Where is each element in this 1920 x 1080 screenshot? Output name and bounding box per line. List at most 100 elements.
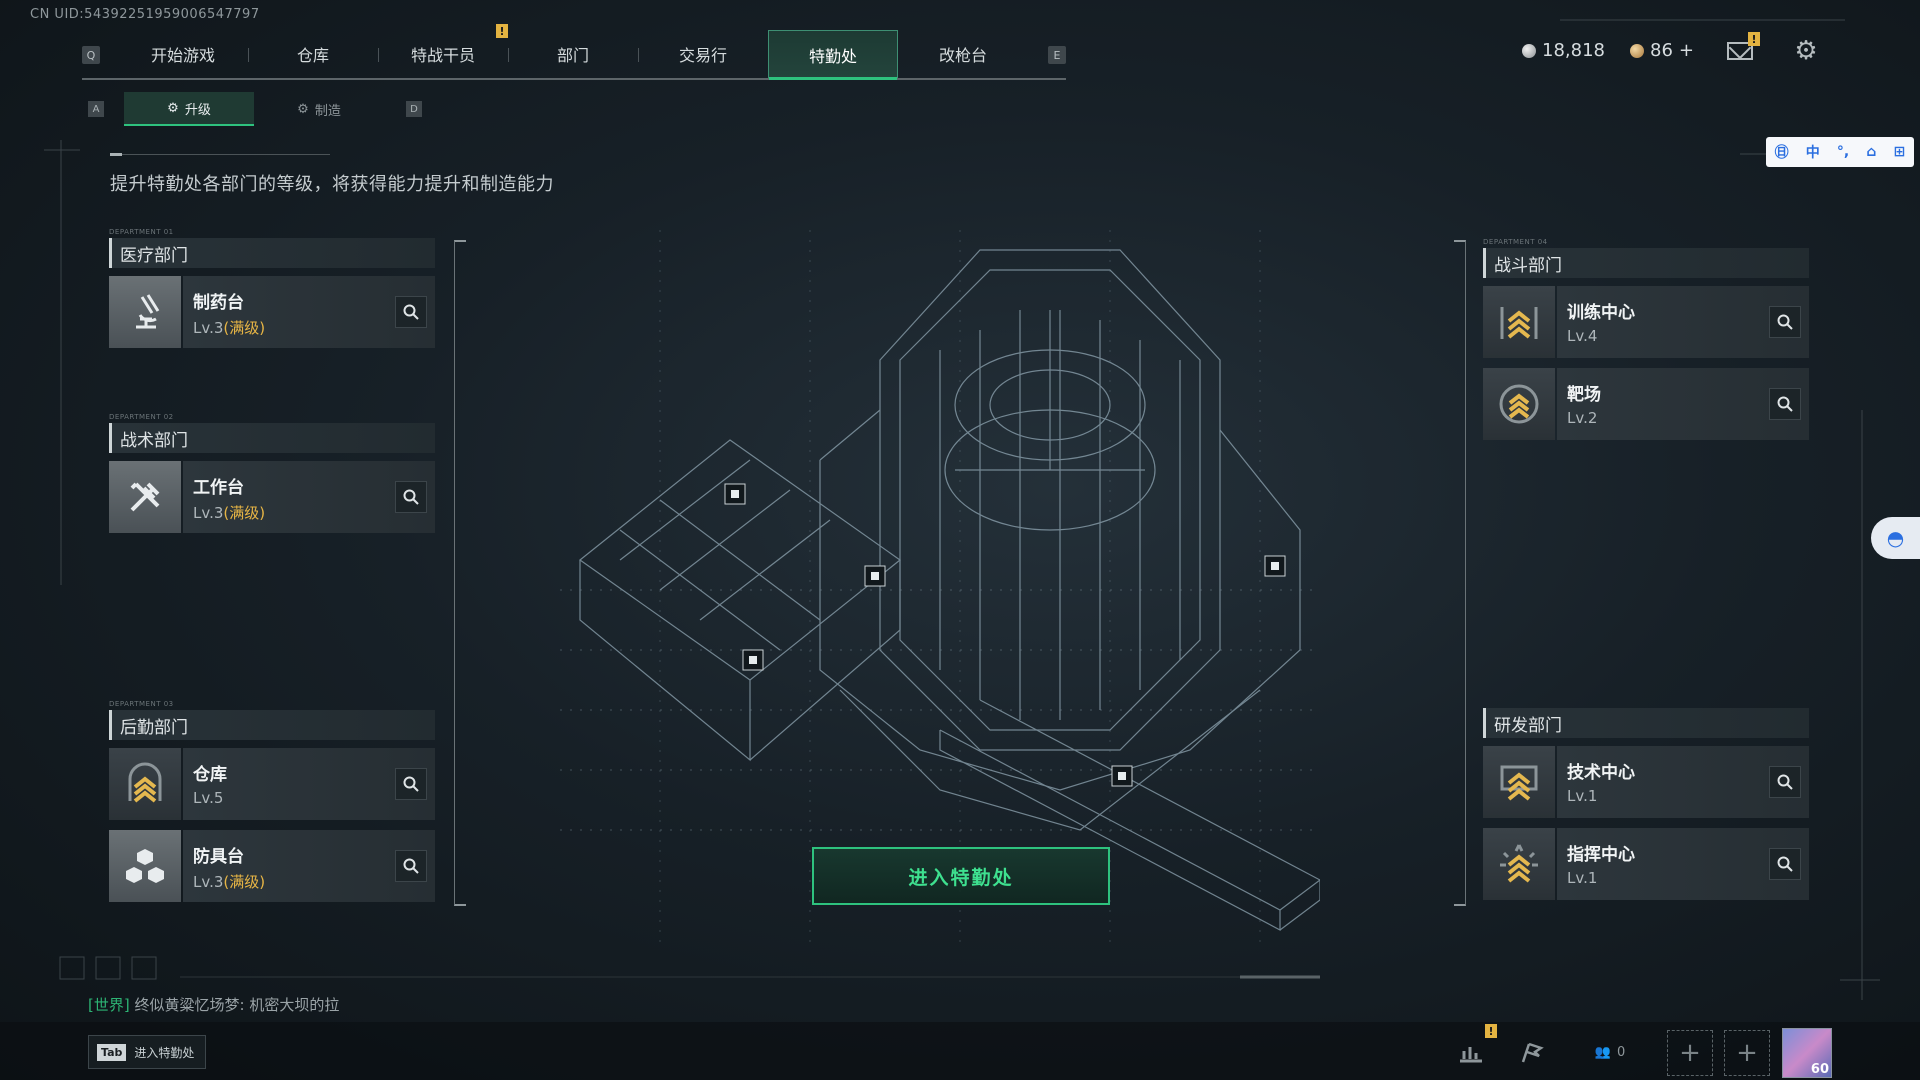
search-icon — [403, 304, 419, 320]
dept-title: 战术部门 — [109, 423, 435, 453]
max-level-tag: (满级) — [223, 504, 266, 522]
stats-alert-badge: ! — [1485, 1024, 1497, 1038]
nav-prev-key: Q — [82, 46, 100, 64]
assistant-float-icon[interactable]: ◓ — [1871, 517, 1920, 559]
facility-warehouse[interactable]: 仓库 Lv.5 — [109, 748, 435, 820]
ime-chinese-toggle[interactable]: 中 — [1806, 142, 1820, 162]
tab-label: 仓库 — [296, 46, 329, 65]
rank-chevron-icon — [1483, 828, 1555, 900]
ime-logo-icon[interactable]: ㊐ — [1775, 142, 1789, 162]
chat-message: 终似黄粱忆场梦: 机密大坝的拉 — [134, 996, 340, 1014]
subnav-prev-key: A — [88, 101, 104, 117]
rank-chevron-icon — [1483, 368, 1555, 440]
tab-label: 制造 — [314, 103, 341, 119]
flag-icon[interactable] — [1515, 1035, 1549, 1069]
tab-department[interactable]: 部门 — [508, 30, 638, 78]
tab-special-ops[interactable]: 特勤处 — [768, 30, 898, 80]
chat-channel: [世界] — [88, 996, 130, 1014]
max-level-tag: (满级) — [223, 873, 266, 891]
tab-label: 部门 — [556, 46, 589, 65]
max-level-tag: (满级) — [223, 319, 266, 337]
dept-tag: DEPARTMENT 02 — [109, 413, 174, 421]
add-slot-button[interactable]: + — [1667, 1030, 1713, 1076]
tab-hint[interactable]: Tab 进入特勤处 — [88, 1035, 206, 1069]
rank-chevron-icon — [109, 748, 181, 820]
dept-tag: DEPARTMENT 01 — [109, 228, 174, 236]
search-button[interactable] — [395, 768, 427, 800]
player-uid: CN UID:5439225195900654779​7 — [30, 7, 260, 22]
facility-tech-center[interactable]: 技术中心 Lv.1 — [1483, 746, 1809, 818]
facility-training-center[interactable]: 训练中心 Lv.4 — [1483, 286, 1809, 358]
facility-armor-bench[interactable]: 防具台 Lv.3(满级) — [109, 830, 435, 902]
tab-gunsmith[interactable]: 改枪台 — [898, 30, 1028, 78]
ime-toolbar[interactable]: ㊐ 中 °, ⌂ ⊞ — [1766, 137, 1914, 167]
tools-icon — [109, 461, 181, 533]
search-button[interactable] — [395, 850, 427, 882]
subnav-next-key: D — [406, 101, 422, 117]
level-value: Lv.4 — [1567, 327, 1598, 345]
search-button[interactable] — [395, 481, 427, 513]
right-bracket — [1454, 240, 1466, 906]
tab-craft[interactable]: ⚙ 制造 — [254, 92, 384, 126]
dept-title: 战斗部门 — [1483, 248, 1809, 278]
dept-combat: DEPARTMENT 04 战斗部门 训练中心 Lv.4 靶场 Lv.2 — [1483, 238, 1809, 450]
avatar-level: 60 — [1810, 1062, 1829, 1077]
facility-shooting-range[interactable]: 靶场 Lv.2 — [1483, 368, 1809, 440]
tab-label: 升级 — [184, 102, 211, 118]
search-icon — [1777, 856, 1793, 872]
search-icon — [403, 776, 419, 792]
search-button[interactable] — [1769, 306, 1801, 338]
level-value: Lv.5 — [193, 789, 224, 807]
ime-assistant-icon[interactable]: ⌂ — [1866, 144, 1876, 160]
sub-nav: A ⚙ 升级 ⚙ 制造 D — [88, 92, 422, 126]
add-slot-button[interactable]: + — [1724, 1030, 1770, 1076]
tab-key: Tab — [97, 1043, 127, 1061]
facility-wireframe-model[interactable] — [560, 230, 1320, 950]
tab-label: 特战干员 — [410, 46, 475, 65]
gear-icon[interactable]: ⚙ — [1793, 38, 1819, 64]
microscope-icon — [109, 276, 181, 348]
cubes-icon — [109, 830, 181, 902]
dept-title: 后勤部门 — [109, 710, 435, 740]
gold-currency[interactable]: 86 + — [1630, 40, 1694, 61]
bottom-bar — [0, 1022, 1920, 1080]
world-chat-line[interactable]: [世界] 终似黄粱忆场梦: 机密大坝的拉 — [88, 994, 339, 1015]
facility-command-center[interactable]: 指挥中心 Lv.1 — [1483, 828, 1809, 900]
search-button[interactable] — [395, 296, 427, 328]
dept-title: 医疗部门 — [109, 238, 435, 268]
rank-chevron-icon — [1483, 286, 1555, 358]
dept-tag: DEPARTMENT 04 — [1483, 238, 1548, 246]
level-value: Lv.3 — [193, 873, 224, 891]
search-button[interactable] — [1769, 388, 1801, 420]
search-button[interactable] — [1769, 766, 1801, 798]
dept-logistics: DEPARTMENT 03 后勤部门 仓库 Lv.5 防具台 Lv.3(满级) — [109, 700, 435, 912]
gold-amount: 86 — [1650, 40, 1673, 61]
gold-add-button[interactable]: + — [1679, 40, 1694, 61]
search-icon — [1777, 396, 1793, 412]
search-button[interactable] — [1769, 848, 1801, 880]
tab-label: 开始游戏 — [150, 46, 215, 65]
search-icon — [403, 858, 419, 874]
level-value: Lv.3 — [193, 319, 224, 337]
tab-warehouse[interactable]: 仓库 — [248, 30, 378, 78]
friends-button[interactable]: 👥 0 — [1588, 1035, 1632, 1069]
ime-grid-icon[interactable]: ⊞ — [1894, 144, 1906, 160]
main-nav: Q 开始游戏 仓库 特战干员 ! 部门 交易行 特勤处 改枪台 E — [82, 24, 1066, 80]
search-icon — [1777, 774, 1793, 790]
facility-workbench[interactable]: 工作台 Lv.3(满级) — [109, 461, 435, 533]
facility-pharmacy[interactable]: 制药台 Lv.3(满级) — [109, 276, 435, 348]
gold-coin-icon — [1630, 43, 1644, 58]
tab-trading[interactable]: 交易行 — [638, 30, 768, 78]
stats-chart-icon[interactable] — [1454, 1035, 1488, 1069]
mail-alert-badge: ! — [1748, 32, 1760, 46]
ime-punctuation-icon[interactable]: °, — [1837, 144, 1849, 160]
tab-operators[interactable]: 特战干员 ! — [378, 24, 508, 78]
alert-badge: ! — [496, 24, 508, 38]
dept-medical: DEPARTMENT 01 医疗部门 制药台 Lv.3(满级) — [109, 228, 435, 358]
avatar[interactable]: 60 — [1782, 1028, 1832, 1078]
page-description: 提升特勤处各部门的等级，将获得能力提升和制造能力 — [110, 174, 554, 195]
tab-start-game[interactable]: 开始游戏 — [118, 30, 248, 78]
enter-special-ops-button[interactable]: 进入特勤处 — [812, 847, 1110, 905]
tab-upgrade[interactable]: ⚙ 升级 — [124, 92, 254, 126]
description-divider — [110, 153, 330, 156]
